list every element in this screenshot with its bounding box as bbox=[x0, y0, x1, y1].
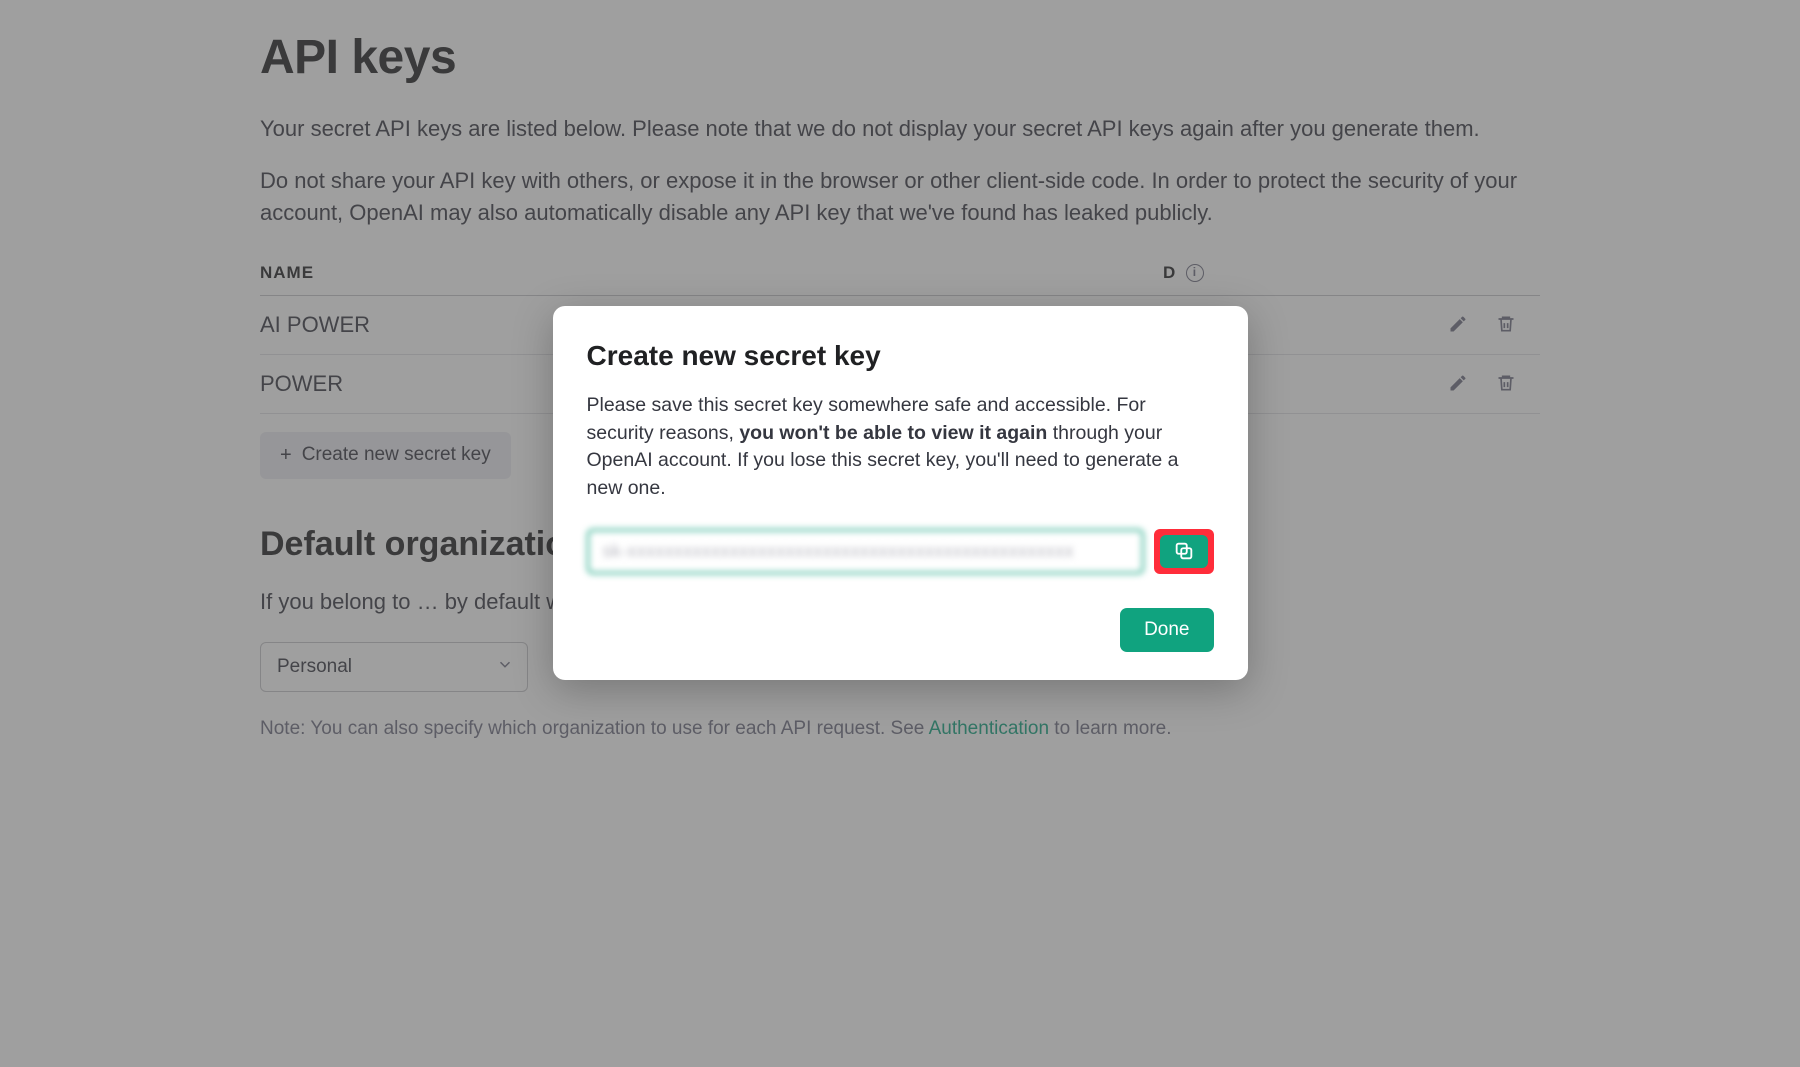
copy-button[interactable] bbox=[1160, 535, 1208, 568]
modal-title: Create new secret key bbox=[587, 340, 1214, 372]
done-button[interactable]: Done bbox=[1120, 608, 1213, 652]
create-secret-key-modal: Create new secret key Please save this s… bbox=[553, 306, 1248, 680]
modal-description: Please save this secret key somewhere sa… bbox=[587, 392, 1214, 503]
copy-button-highlight bbox=[1154, 529, 1214, 574]
secret-key-field[interactable]: sk-xxxxxxxxxxxxxxxxxxxxxxxxxxxxxxxxxxxxx… bbox=[587, 529, 1144, 574]
modal-overlay[interactable]: Create new secret key Please save this s… bbox=[0, 0, 1800, 1067]
copy-icon bbox=[1173, 540, 1195, 562]
